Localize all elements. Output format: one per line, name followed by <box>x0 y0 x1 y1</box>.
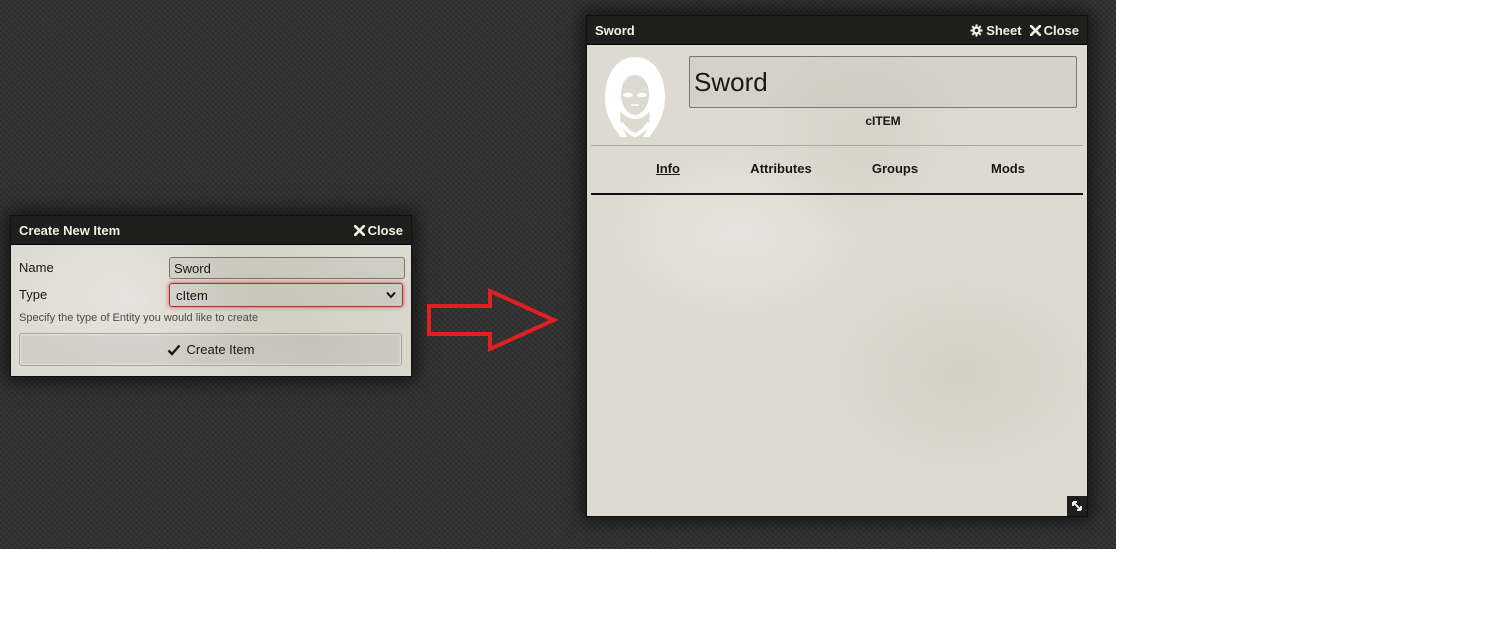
sheet-title: Sword <box>595 22 635 38</box>
type-hint: Specify the type of Entity you would lik… <box>19 312 259 324</box>
close-icon <box>1029 24 1041 36</box>
item-name-input[interactable]: Sword <box>689 56 1077 108</box>
tab-attributes[interactable]: Attributes <box>750 161 811 176</box>
close-icon <box>353 224 365 236</box>
dialog-body: Name Type cItem Specify the type of Enti… <box>11 245 411 376</box>
close-label: Close <box>1043 22 1079 38</box>
type-select-value: cItem <box>176 287 208 303</box>
sheet-header: Sword Sheet Close <box>587 16 1087 45</box>
dialog-header: Create New Item Close <box>11 216 411 245</box>
name-label: Name <box>19 260 54 275</box>
tabs-divider <box>591 193 1083 195</box>
tab-groups[interactable]: Groups <box>872 161 918 176</box>
create-item-label: Create Item <box>186 342 255 357</box>
resize-handle[interactable] <box>1067 496 1087 516</box>
create-item-button[interactable]: Create Item <box>19 333 402 366</box>
hooded-figure-icon[interactable] <box>599 53 671 143</box>
sheet-label: Sheet <box>986 22 1022 38</box>
sheet-body: Sword cITEM Info Attributes Groups Mods <box>587 45 1087 516</box>
name-input[interactable] <box>169 257 405 279</box>
type-label: Type <box>19 287 48 302</box>
dialog-title: Create New Item <box>19 222 121 238</box>
close-label: Close <box>367 222 403 238</box>
right-arrow-icon <box>427 288 558 352</box>
sheet-close-button[interactable]: Close <box>1029 22 1079 38</box>
gear-icon <box>970 23 983 37</box>
type-select[interactable]: cItem <box>169 283 403 307</box>
checkmark-icon <box>167 344 180 356</box>
chevron-down-icon <box>386 291 396 299</box>
item-sheet-window: Sword Sheet Close Sword cITEM Info Attri… <box>586 15 1088 517</box>
create-item-dialog: Create New Item Close Name Type cItem Sp… <box>10 215 412 377</box>
sheet-tabs: Info Attributes Groups Mods <box>591 155 1083 185</box>
tab-mods[interactable]: Mods <box>991 161 1025 176</box>
item-type-label: cITEM <box>865 114 901 128</box>
resize-icon <box>1072 501 1082 511</box>
sheet-config-button[interactable]: Sheet <box>970 22 1022 38</box>
header-divider <box>591 145 1083 146</box>
dialog-close-button[interactable]: Close <box>353 222 403 238</box>
tab-info[interactable]: Info <box>656 161 680 176</box>
